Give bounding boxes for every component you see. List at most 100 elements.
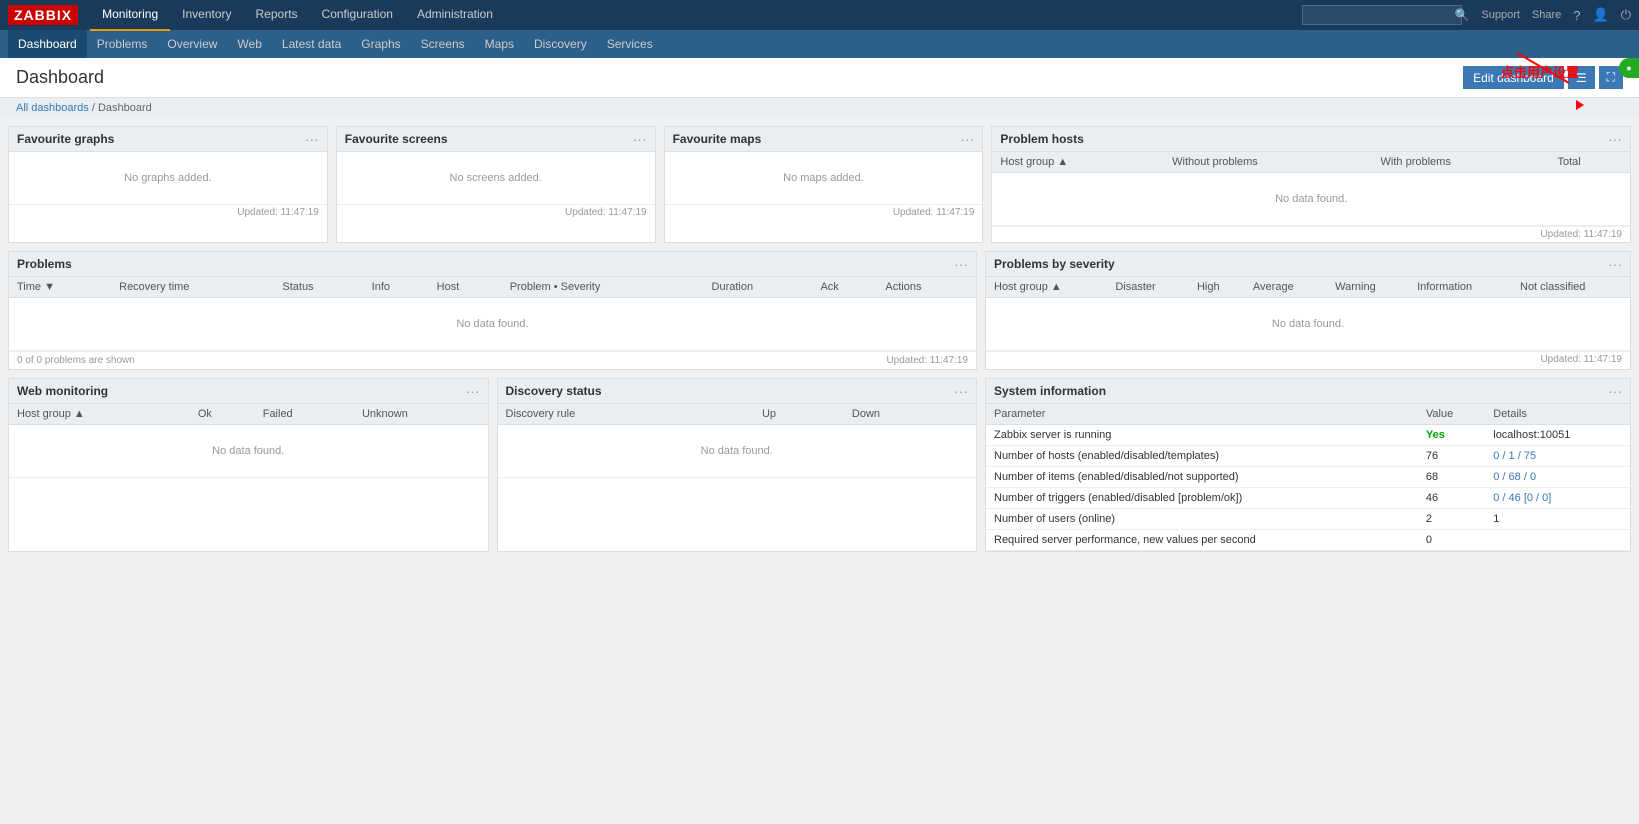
subnav-problems[interactable]: Problems [87,30,158,58]
problems-col-host: Host [429,277,502,298]
search-input[interactable] [1302,5,1462,25]
sysinfo-param-0: Zabbix server is running [986,425,1418,446]
sub-nav: Dashboard Problems Overview Web Latest d… [0,30,1639,58]
problem-hosts-widget: Problem hosts ··· Host group ▲ Without p… [991,126,1631,243]
problem-hosts-col-with: With problems [1373,152,1550,173]
ds-col-rule: Discovery rule [498,404,754,425]
breadcrumb-all-dashboards[interactable]: All dashboards [16,102,89,114]
web-monitoring-header: Web monitoring ··· [9,379,488,404]
problem-hosts-menu[interactable]: ··· [1608,131,1622,147]
sysinfo-details-1: 0 / 1 / 75 [1485,446,1630,467]
pbs-col-disaster: Disaster [1107,277,1189,298]
favourite-graphs-updated: Updated: 11:47:19 [237,207,319,218]
problems-col-time[interactable]: Time ▼ [9,277,111,298]
problems-title: Problems [17,257,72,271]
page-header: Dashboard Edit dashboard ☰ ⛶ [0,58,1639,98]
search-icon[interactable]: 🔍 [1454,8,1469,22]
sysinfo-value-3: 46 [1418,488,1485,509]
middle-row: Problems ··· Time ▼ Recovery time Status… [8,251,1631,370]
pbs-col-not-classified: Not classified [1512,277,1630,298]
wm-no-data: No data found. [9,425,488,478]
discovery-status-header: Discovery status ··· [498,379,977,404]
pbs-no-data: No data found. [986,298,1630,351]
main-nav: Monitoring Inventory Reports Configurati… [90,0,1302,31]
nav-configuration[interactable]: Configuration [310,0,405,31]
wm-col-hostgroup[interactable]: Host group ▲ [9,404,190,425]
subnav-overview[interactable]: Overview [157,30,227,58]
subnav-graphs[interactable]: Graphs [351,30,410,58]
subnav-dashboard[interactable]: Dashboard [8,30,87,58]
pbs-col-hostgroup[interactable]: Host group ▲ [986,277,1107,298]
problems-menu[interactable]: ··· [954,256,968,272]
subnav-services[interactable]: Services [597,30,663,58]
pbs-col-information: Information [1409,277,1512,298]
favourite-graphs-widget: Favourite graphs ··· No graphs added. Up… [8,126,328,243]
nav-reports[interactable]: Reports [244,0,310,31]
problems-by-severity-menu[interactable]: ··· [1608,256,1622,272]
ds-col-up: Up [754,404,844,425]
power-icon[interactable]: ⏻ [1621,7,1631,23]
system-information-menu[interactable]: ··· [1608,383,1622,399]
problems-by-severity-widget: Problems by severity ··· Host group ▲ Di… [985,251,1631,370]
problems-count: 0 of 0 problems are shown [17,355,135,366]
problems-col-problem: Problem • Severity [502,277,704,298]
favourite-screens-updated: Updated: 11:47:19 [565,207,647,218]
dashboard-list-button[interactable]: ☰ [1568,66,1595,89]
system-information-title: System information [994,384,1106,398]
sysinfo-details-0: localhost:10051 [1485,425,1630,446]
help-icon[interactable]: ? [1573,8,1580,23]
favourite-screens-title: Favourite screens [345,132,448,146]
favourite-screens-menu[interactable]: ··· [633,131,647,147]
status-circle[interactable]: ● [1619,58,1639,78]
si-col-value: Value [1418,404,1485,425]
dashboard-content: Favourite graphs ··· No graphs added. Up… [0,118,1639,560]
subnav-latest-data[interactable]: Latest data [272,30,351,58]
wm-col-failed: Failed [255,404,354,425]
subnav-screens[interactable]: Screens [411,30,475,58]
problems-no-data: No data found. [9,298,976,351]
nav-monitoring[interactable]: Monitoring [90,0,170,31]
subnav-maps[interactable]: Maps [475,30,524,58]
favourite-maps-widget: Favourite maps ··· No maps added. Update… [664,126,984,243]
web-monitoring-menu[interactable]: ··· [466,383,480,399]
subnav-discovery[interactable]: Discovery [524,30,597,58]
problems-by-severity-title: Problems by severity [994,257,1115,271]
sysinfo-value-0: Yes [1418,425,1485,446]
bottom-row: Web monitoring ··· Host group ▲ Ok Faile… [8,378,1631,552]
favourite-maps-menu[interactable]: ··· [960,131,974,147]
subnav-web[interactable]: Web [227,30,271,58]
web-monitoring-table: Host group ▲ Ok Failed Unknown No data f… [9,404,488,478]
problems-col-status: Status [274,277,363,298]
nav-administration[interactable]: Administration [405,0,505,31]
favourite-graphs-title: Favourite graphs [17,132,114,146]
favourite-graphs-menu[interactable]: ··· [305,131,319,147]
support-link[interactable]: Support [1481,9,1520,21]
problems-col-info: Info [364,277,429,298]
pbs-col-average: Average [1245,277,1327,298]
problem-hosts-col-hostgroup[interactable]: Host group ▲ [992,152,1164,173]
favourite-maps-content: No maps added. [665,152,983,204]
favourite-graphs-footer: Updated: 11:47:19 [9,204,327,220]
profile-icon[interactable]: 👤 [1593,7,1609,23]
discovery-status-menu[interactable]: ··· [954,383,968,399]
breadcrumb: All dashboards / Dashboard [0,98,1639,118]
si-col-param: Parameter [986,404,1418,425]
problems-col-actions: Actions [877,277,976,298]
top-row: Favourite graphs ··· No graphs added. Up… [8,126,1631,243]
system-information-header: System information ··· [986,379,1630,404]
discovery-status-table: Discovery rule Up Down No data found. [498,404,977,478]
problem-hosts-no-data: No data found. [992,173,1630,226]
breadcrumb-current: Dashboard [98,102,152,114]
share-link[interactable]: Share [1532,9,1561,21]
problem-hosts-footer: Updated: 11:47:19 [992,226,1630,242]
problems-header: Problems ··· [9,252,976,277]
ds-col-down: Down [844,404,976,425]
problems-col-ack: Ack [812,277,877,298]
system-information-table: Parameter Value Details Zabbix server is… [986,404,1630,551]
sysinfo-param-1: Number of hosts (enabled/disabled/templa… [986,446,1418,467]
sysinfo-details-4: 1 [1485,509,1630,530]
problem-hosts-col-without: Without problems [1164,152,1372,173]
nav-inventory[interactable]: Inventory [170,0,243,31]
edit-dashboard-button[interactable]: Edit dashboard [1463,66,1564,89]
sysinfo-details-3: 0 / 46 [0 / 0] [1485,488,1630,509]
